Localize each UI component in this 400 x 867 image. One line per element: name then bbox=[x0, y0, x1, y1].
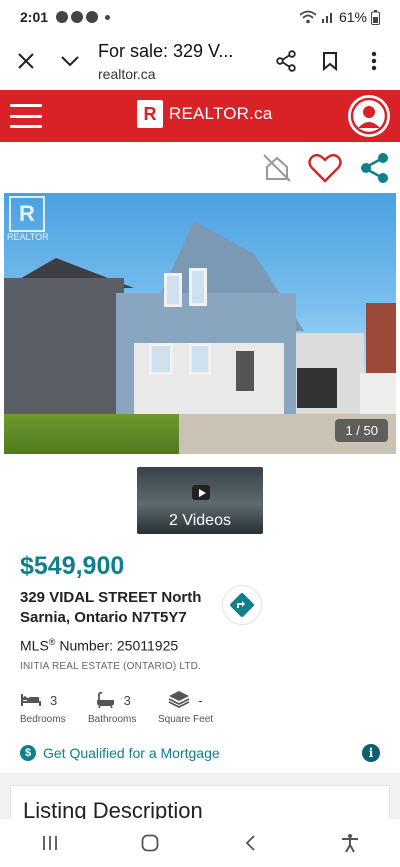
hide-home-icon bbox=[263, 154, 291, 182]
carport-interior bbox=[297, 368, 337, 408]
system-nav-bar bbox=[0, 819, 400, 867]
mls-number-value: Number: 25011925 bbox=[55, 637, 179, 654]
close-icon bbox=[18, 53, 34, 69]
share-icon bbox=[276, 50, 296, 72]
brick-building bbox=[366, 303, 396, 373]
share-icon bbox=[361, 153, 388, 183]
white-fence bbox=[360, 373, 396, 418]
info-icon[interactable]: i bbox=[362, 744, 380, 762]
brokerage-name: INITIA REAL ESTATE (ONTARIO) LTD. bbox=[20, 661, 202, 672]
watermark-mark: R bbox=[9, 196, 45, 232]
site-header: R REALTOR.ca bbox=[0, 90, 400, 142]
dollar-icon: $ bbox=[20, 745, 36, 761]
battery-percent: 61% bbox=[338, 9, 367, 25]
hide-listing-button[interactable] bbox=[259, 150, 295, 186]
bathrooms-label: Bathrooms bbox=[88, 714, 137, 725]
recent-apps-icon bbox=[43, 836, 57, 850]
share-button[interactable] bbox=[264, 39, 308, 83]
wifi-icon bbox=[299, 10, 317, 24]
get-qualified-link[interactable]: Get Qualified for a Mortgage bbox=[43, 745, 220, 761]
front-door bbox=[236, 351, 254, 391]
chevron-down-icon bbox=[61, 56, 79, 67]
square-feet-label: Square Feet bbox=[158, 714, 214, 725]
feature-square-feet: - Square Feet bbox=[158, 689, 213, 725]
listing-actions bbox=[0, 146, 400, 190]
battery-icon bbox=[371, 9, 380, 25]
videos-label: 2 Videos bbox=[169, 512, 231, 529]
bookmark-button[interactable] bbox=[308, 39, 352, 83]
videos-thumbnail[interactable]: 2 Videos bbox=[137, 467, 263, 534]
close-tab-button[interactable] bbox=[4, 39, 48, 83]
directions-icon bbox=[230, 593, 254, 617]
realtor-logo[interactable]: R REALTOR.ca bbox=[137, 100, 272, 128]
lawn bbox=[4, 414, 179, 454]
house-window bbox=[189, 268, 207, 306]
house-window bbox=[164, 273, 182, 307]
browser-toolbar: For sale: 329 V... realtor.ca bbox=[0, 34, 400, 88]
messenger-notification-icon bbox=[71, 11, 84, 23]
messenger-notification-icon-2 bbox=[86, 11, 99, 23]
bathrooms-value: 3 bbox=[123, 692, 131, 708]
realtor-watermark: R REALTOR bbox=[7, 196, 49, 246]
heart-icon bbox=[308, 153, 342, 183]
logo-text: REALTOR.ca bbox=[169, 104, 273, 123]
page-title-block[interactable]: For sale: 329 V... realtor.ca bbox=[92, 41, 264, 82]
mls-prefix: MLS bbox=[20, 637, 49, 654]
house-window bbox=[189, 343, 211, 375]
photo-counter: 1 / 50 bbox=[335, 419, 388, 442]
notification-icons bbox=[56, 11, 111, 23]
page-title: For sale: 329 V... bbox=[98, 40, 234, 61]
listing-photo[interactable]: R REALTOR 1 / 50 bbox=[4, 193, 396, 454]
user-icon bbox=[350, 97, 388, 135]
back-button[interactable] bbox=[230, 823, 270, 863]
more-options-button[interactable] bbox=[352, 39, 396, 83]
accessibility-icon bbox=[342, 834, 358, 853]
status-time: 2:01 bbox=[20, 9, 49, 25]
cube-icon bbox=[168, 691, 190, 709]
bathtub-icon bbox=[96, 691, 114, 709]
address-line-1: 329 VIDAL STREET North bbox=[20, 589, 202, 606]
house-window bbox=[149, 343, 173, 375]
bedrooms-label: Bedrooms bbox=[20, 714, 66, 725]
page-domain: realtor.ca bbox=[98, 65, 156, 82]
play-icon bbox=[192, 485, 210, 500]
signal-icon bbox=[321, 13, 332, 23]
watermark-text: REALTOR bbox=[7, 232, 49, 242]
status-bar: 2:01 61% bbox=[0, 0, 400, 34]
square-feet-value: - bbox=[198, 692, 203, 708]
menu-button[interactable] bbox=[10, 104, 42, 128]
neighbor-house bbox=[4, 278, 124, 418]
bedrooms-value: 3 bbox=[50, 692, 58, 708]
more-vertical-icon bbox=[371, 51, 377, 71]
bookmark-icon bbox=[323, 52, 337, 71]
chat-notification-icon bbox=[56, 11, 69, 23]
feature-bedrooms: 3 Bedrooms bbox=[20, 689, 66, 726]
home-button[interactable] bbox=[130, 823, 170, 863]
expand-button[interactable] bbox=[48, 39, 92, 83]
mls-number: MLS® Number: 25011925 bbox=[20, 637, 178, 654]
directions-button[interactable] bbox=[222, 585, 262, 625]
mortgage-row: $ Get Qualified for a Mortgage i bbox=[20, 744, 380, 762]
more-notifications-dot-icon bbox=[105, 14, 111, 20]
favorite-button[interactable] bbox=[307, 150, 343, 186]
share-listing-button[interactable] bbox=[357, 150, 393, 186]
listing-price: $549,900 bbox=[20, 552, 125, 580]
back-chevron-icon bbox=[245, 835, 255, 851]
bed-icon bbox=[21, 694, 41, 706]
listing-address: 329 VIDAL STREET North Sarnia, Ontario N… bbox=[20, 588, 201, 628]
recent-apps-button[interactable] bbox=[30, 823, 70, 863]
feature-bathrooms: 3 Bathrooms bbox=[88, 689, 136, 725]
accessibility-button[interactable] bbox=[330, 823, 370, 863]
hamburger-line bbox=[10, 114, 42, 118]
hamburger-line bbox=[10, 125, 42, 128]
account-button[interactable] bbox=[348, 95, 390, 137]
home-icon bbox=[141, 834, 159, 852]
logo-mark: R bbox=[137, 100, 163, 128]
status-right: 61% bbox=[299, 9, 380, 25]
address-line-2: Sarnia, Ontario N7T5Y7 bbox=[20, 609, 187, 626]
hamburger-line bbox=[10, 104, 42, 107]
